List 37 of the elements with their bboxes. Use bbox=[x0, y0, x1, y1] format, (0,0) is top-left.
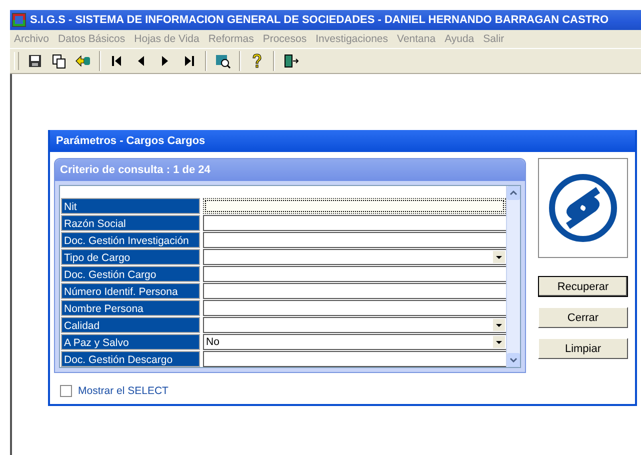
dropdown-field[interactable]: No bbox=[203, 334, 506, 350]
copy-icon[interactable] bbox=[51, 53, 67, 69]
field-label: Doc. Gestión Descargo bbox=[61, 351, 200, 367]
field-label: Nit bbox=[61, 198, 200, 214]
checkbox-label[interactable]: Mostrar el SELECT bbox=[78, 385, 168, 397]
input-field[interactable] bbox=[203, 266, 506, 282]
logo-icon bbox=[548, 173, 618, 243]
checkbox[interactable] bbox=[60, 385, 72, 397]
input-field[interactable] bbox=[203, 232, 506, 248]
field-label: Número Identif. Persona bbox=[61, 283, 200, 299]
arrow-cylinder-icon[interactable] bbox=[75, 53, 91, 69]
dialog-button[interactable]: Recuperar bbox=[538, 276, 628, 297]
scroll-down-icon[interactable] bbox=[507, 353, 520, 367]
input-field[interactable] bbox=[203, 283, 506, 299]
field-label: Doc. Gestión Cargo bbox=[61, 266, 200, 282]
window-title: S.I.G.S - SISTEMA DE INFORMACION GENERAL DE SOCIEDADES - DANIEL HERNANDO BARRAGAN CASTRO bbox=[30, 14, 609, 26]
dialog-button[interactable]: Cerrar bbox=[538, 307, 628, 328]
dropdown-field[interactable] bbox=[203, 317, 506, 333]
field-label: Doc. Gestión Investigación bbox=[61, 232, 200, 248]
input-field[interactable] bbox=[203, 300, 506, 316]
input-field[interactable] bbox=[203, 351, 506, 367]
panel-title: Criterio de consulta : 1 de 24 bbox=[55, 159, 525, 181]
field-label: Razón Social bbox=[61, 215, 200, 231]
magnifier-icon[interactable] bbox=[215, 53, 231, 69]
field-label: Nombre Persona bbox=[61, 300, 200, 316]
dialog-button[interactable]: Limpiar bbox=[538, 338, 628, 359]
field-label: Calidad bbox=[61, 317, 200, 333]
dropdown-field[interactable] bbox=[203, 249, 506, 265]
field-label: Tipo de Cargo bbox=[61, 249, 200, 265]
field-label: A Paz y Salvo bbox=[61, 334, 200, 350]
input-field[interactable] bbox=[203, 215, 506, 231]
scroll-up-icon[interactable] bbox=[507, 186, 520, 200]
scrollbar[interactable] bbox=[506, 186, 520, 367]
input-field[interactable] bbox=[203, 198, 506, 214]
dialog-title: Parámetros - Cargos Cargos bbox=[50, 130, 635, 152]
app-icon bbox=[12, 13, 26, 27]
door-exit-icon[interactable] bbox=[283, 53, 299, 69]
